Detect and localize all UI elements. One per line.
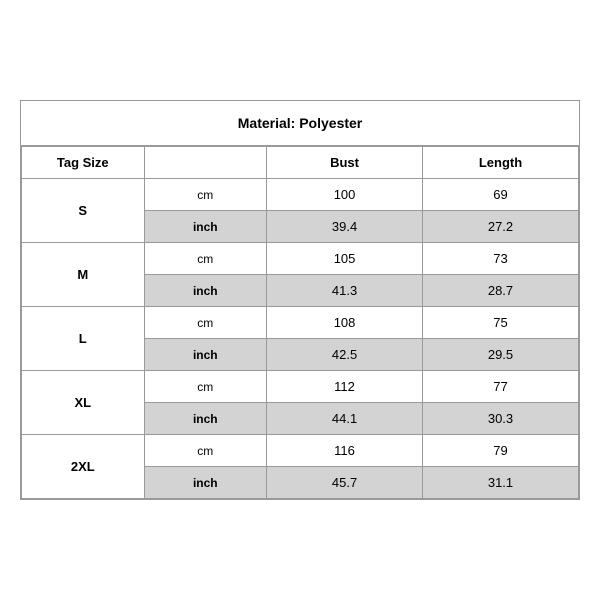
bust-cm-value: 100 — [267, 179, 423, 211]
bust-cm-value: 108 — [267, 307, 423, 339]
unit-cm-cell: cm — [144, 435, 267, 467]
unit-cm-cell: cm — [144, 307, 267, 339]
length-inch-value: 28.7 — [423, 275, 579, 307]
unit-cm-cell: cm — [144, 179, 267, 211]
header-length: Length — [423, 147, 579, 179]
tag-size-cell: L — [22, 307, 145, 371]
header-row: Tag Size Bust Length — [22, 147, 579, 179]
tag-size-cell: 2XL — [22, 435, 145, 499]
length-inch-value: 31.1 — [423, 467, 579, 499]
length-cm-value: 73 — [423, 243, 579, 275]
tag-size-cell: XL — [22, 371, 145, 435]
bust-inch-value: 39.4 — [267, 211, 423, 243]
unit-inch-cell: inch — [144, 403, 267, 435]
unit-inch-cell: inch — [144, 211, 267, 243]
unit-cm-cell: cm — [144, 371, 267, 403]
length-cm-value: 79 — [423, 435, 579, 467]
header-tag-size: Tag Size — [22, 147, 145, 179]
length-cm-value: 75 — [423, 307, 579, 339]
table-row: S cm 100 69 — [22, 179, 579, 211]
bust-cm-value: 112 — [267, 371, 423, 403]
table-row: XL cm 112 77 — [22, 371, 579, 403]
tag-size-cell: M — [22, 243, 145, 307]
unit-inch-cell: inch — [144, 339, 267, 371]
length-inch-value: 30.3 — [423, 403, 579, 435]
bust-cm-value: 116 — [267, 435, 423, 467]
table-row: 2XL cm 116 79 — [22, 435, 579, 467]
size-table: Tag Size Bust Length S cm 100 69 inch 39… — [21, 146, 579, 499]
header-bust: Bust — [267, 147, 423, 179]
length-inch-value: 29.5 — [423, 339, 579, 371]
header-unit — [144, 147, 267, 179]
bust-inch-value: 41.3 — [267, 275, 423, 307]
size-chart-container: Material: Polyester Tag Size Bust Length… — [20, 100, 580, 500]
bust-inch-value: 45.7 — [267, 467, 423, 499]
bust-cm-value: 105 — [267, 243, 423, 275]
unit-cm-cell: cm — [144, 243, 267, 275]
table-row: M cm 105 73 — [22, 243, 579, 275]
length-cm-value: 77 — [423, 371, 579, 403]
bust-inch-value: 42.5 — [267, 339, 423, 371]
unit-inch-cell: inch — [144, 467, 267, 499]
chart-title: Material: Polyester — [21, 101, 579, 146]
unit-inch-cell: inch — [144, 275, 267, 307]
table-row: L cm 108 75 — [22, 307, 579, 339]
length-cm-value: 69 — [423, 179, 579, 211]
length-inch-value: 27.2 — [423, 211, 579, 243]
bust-inch-value: 44.1 — [267, 403, 423, 435]
tag-size-cell: S — [22, 179, 145, 243]
